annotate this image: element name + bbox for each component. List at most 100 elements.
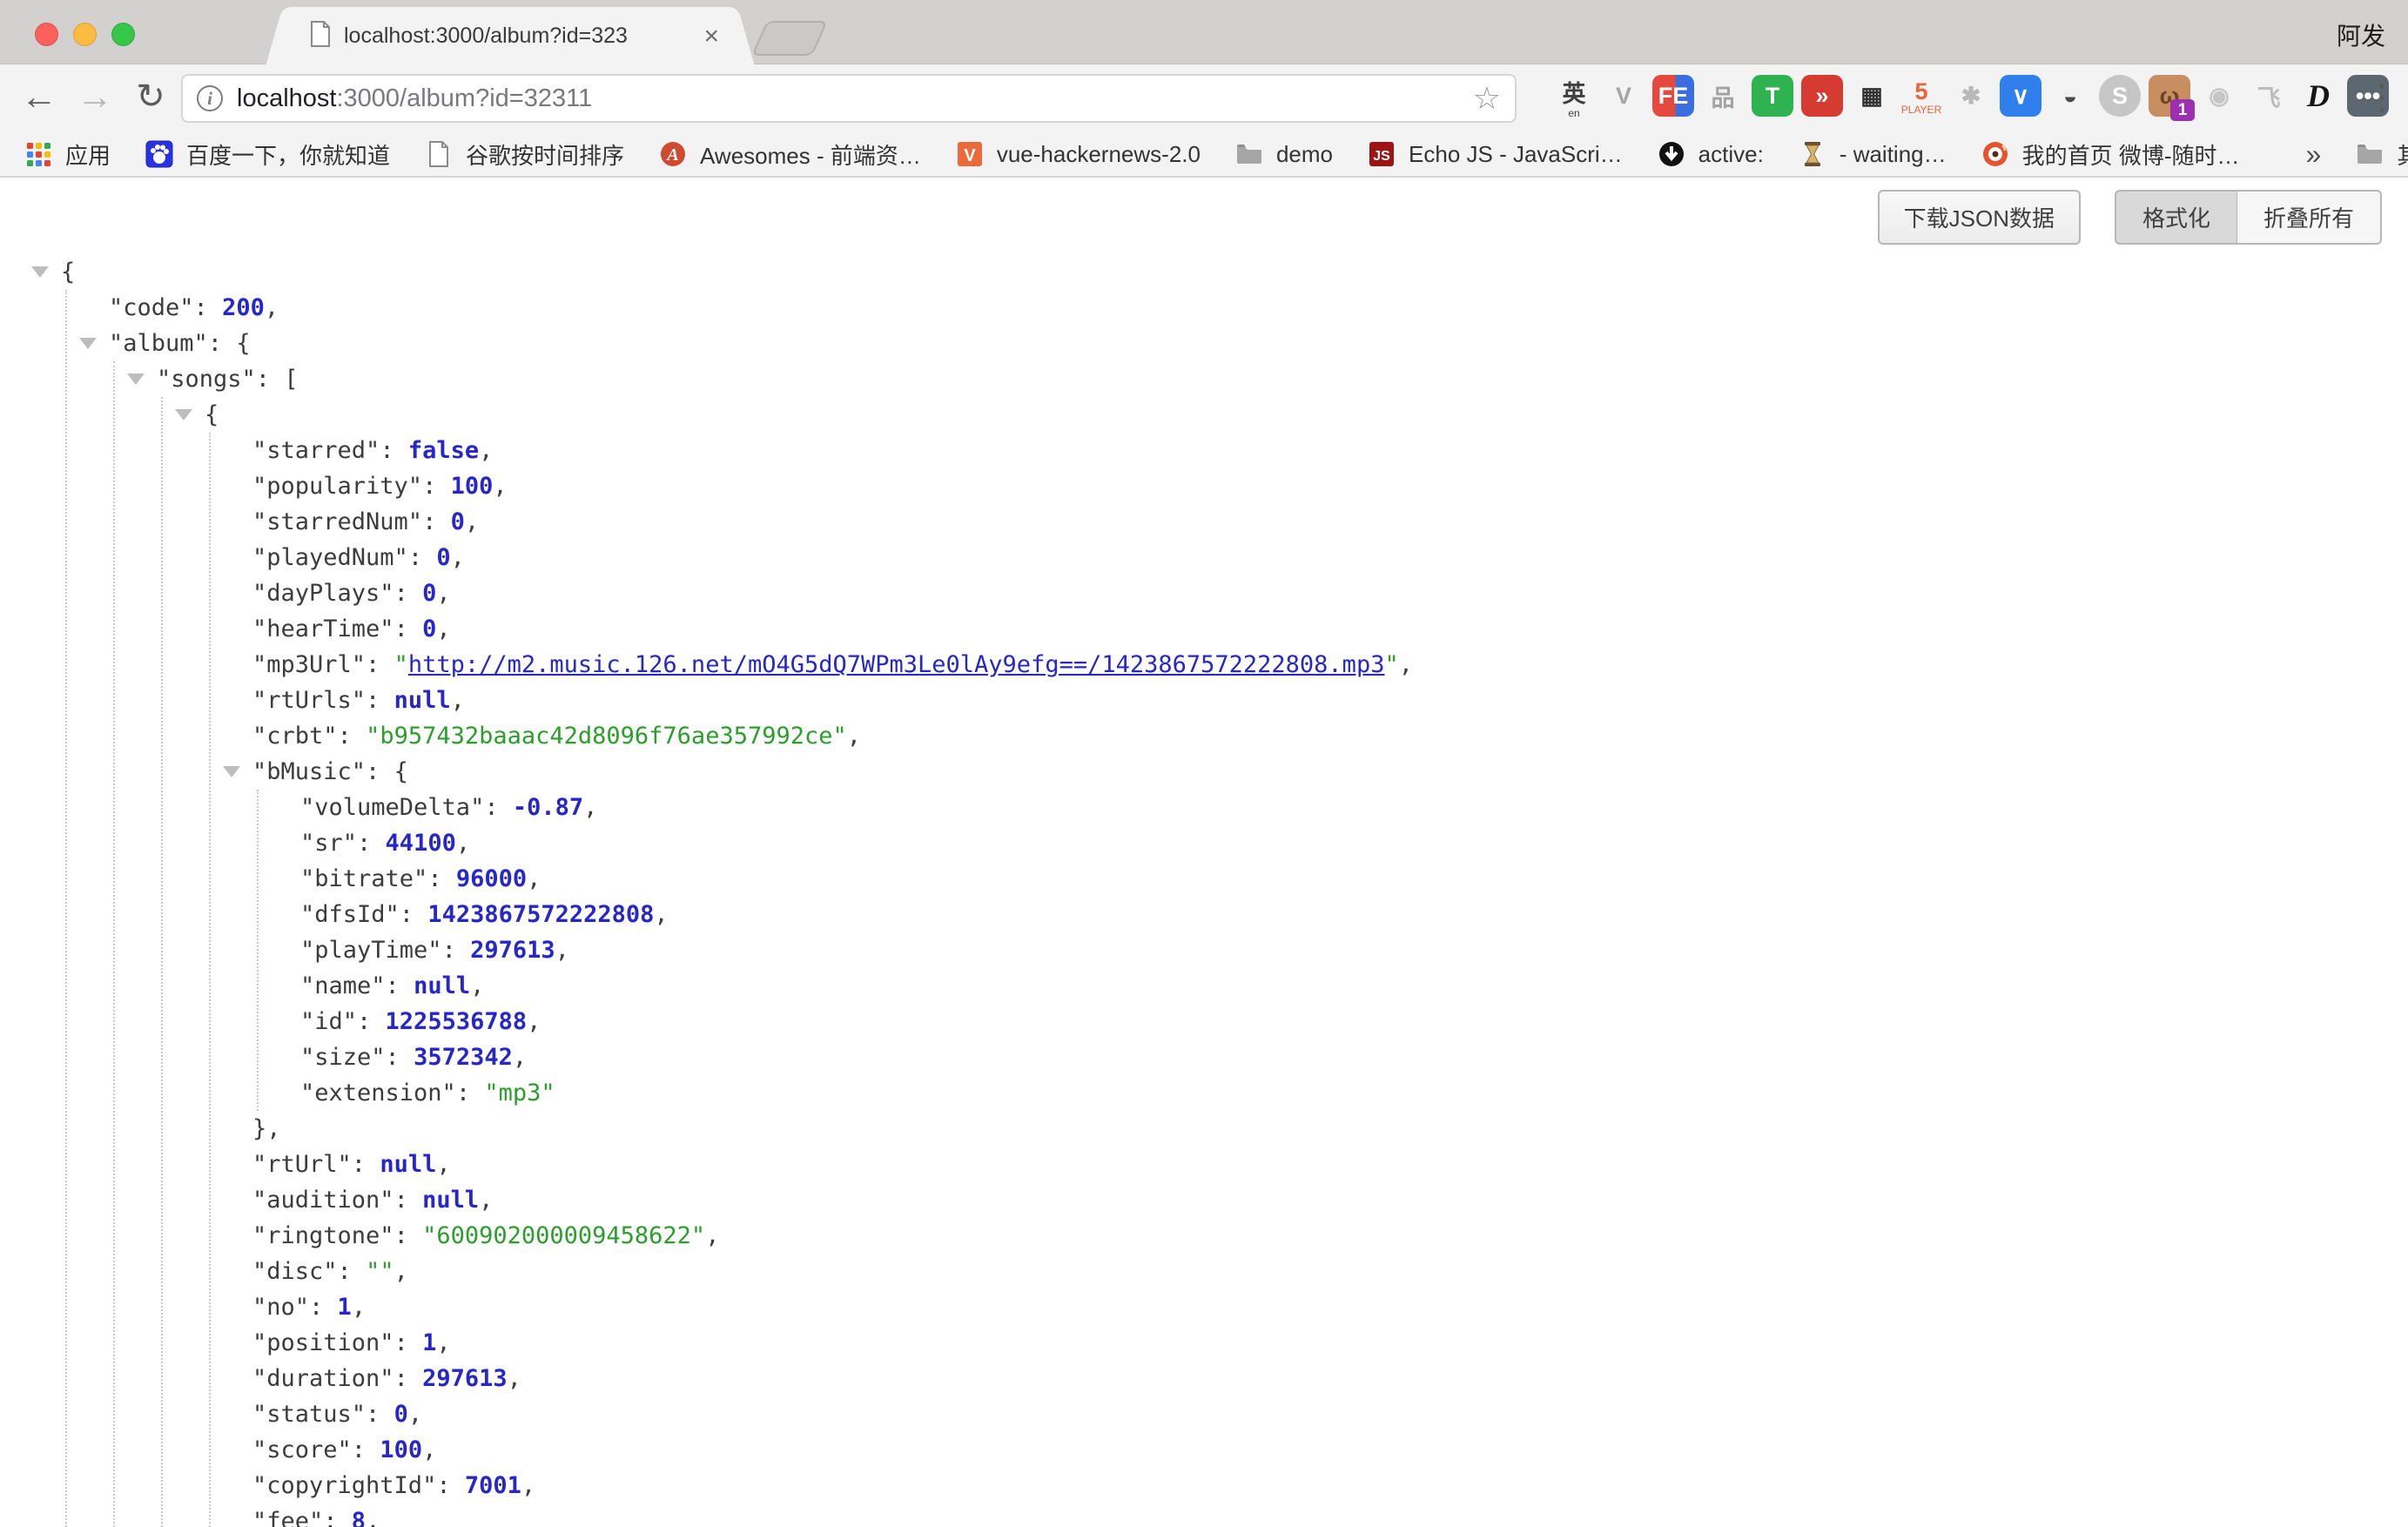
- down-arrow-circle-icon: [1656, 138, 1687, 170]
- monkey-icon[interactable]: ω1: [2149, 75, 2190, 117]
- url-text[interactable]: localhost:3000/album?id=32311: [237, 84, 592, 113]
- json-comma: ,: [705, 1222, 719, 1249]
- json-colon: :: [436, 1472, 465, 1499]
- json-key: "bitrate": [300, 865, 427, 892]
- back-icon[interactable]: ←: [16, 73, 63, 120]
- fe-icon[interactable]: FE: [1652, 75, 1694, 117]
- apps-grid-icon: [23, 138, 54, 170]
- bookmark-google-sort[interactable]: 谷歌按时间排序: [423, 138, 624, 171]
- download-json-button[interactable]: 下载JSON数据: [1878, 190, 2081, 245]
- collapse-toggle-icon[interactable]: [79, 338, 97, 349]
- json-colon: :: [394, 1365, 423, 1392]
- bookmark-baidu[interactable]: 百度一下，你就知道: [144, 138, 390, 171]
- chevron-down-icon[interactable]: ∨: [2000, 75, 2041, 117]
- profile-name[interactable]: 阿发: [2337, 17, 2385, 52]
- json-key: "playedNum": [252, 544, 408, 571]
- json-colon: :: [338, 1258, 367, 1285]
- json-line: "rtUrls": null,: [0, 683, 2408, 718]
- bookmark-waiting[interactable]: - waiting…: [1797, 138, 1947, 170]
- json-comma: ,: [555, 937, 569, 964]
- json-comma: ,: [436, 1151, 450, 1178]
- json-colon: :: [309, 1294, 338, 1321]
- bookmark-demo-folder[interactable]: demo: [1234, 138, 1333, 170]
- chrome-menu-icon[interactable]: ⋮: [2364, 77, 2396, 118]
- bookmark-apps[interactable]: 应用: [23, 138, 111, 171]
- new-tab-button[interactable]: [751, 21, 828, 56]
- other-bookmarks[interactable]: 其他书签: [2354, 138, 2408, 171]
- json-comma: ,: [654, 901, 668, 928]
- json-key: "copyrightId": [252, 1472, 436, 1499]
- page-info-icon[interactable]: i: [197, 85, 223, 111]
- collapse-toggle-icon[interactable]: [223, 766, 240, 777]
- json-comma: ,: [583, 794, 597, 821]
- paw-icon-glyph: ✱: [1961, 83, 1981, 110]
- bookmark-weibo-home-label: 我的首页 微博-随时…: [2022, 138, 2240, 171]
- json-value-number: 1423867572222808: [427, 901, 654, 928]
- bookmark-star-icon[interactable]: ☆: [1473, 83, 1501, 114]
- d-letter-icon[interactable]: D: [2297, 75, 2339, 117]
- close-window-button[interactable]: [35, 23, 58, 46]
- json-line: "playedNum": 0,: [0, 540, 2408, 575]
- bookmark-awesomes[interactable]: AAwesomes - 前端资…: [657, 138, 921, 171]
- json-comma: ,: [436, 1329, 450, 1356]
- json-line: "bMusic": {: [0, 754, 2408, 790]
- bookmark-vue-hackernews[interactable]: Vvue-hackernews-2.0: [954, 138, 1201, 170]
- json-comma: ,: [394, 1258, 408, 1285]
- mask-icon-glyph: ◒: [2063, 83, 2077, 110]
- reload-icon[interactable]: ↻: [127, 73, 174, 120]
- json-colon: :: [394, 1187, 423, 1214]
- json-comma: ,: [436, 616, 450, 642]
- html5-player-icon[interactable]: 5PLAYER: [1900, 75, 1942, 117]
- json-value-null: null: [380, 1151, 436, 1178]
- zoom-window-button[interactable]: [111, 23, 135, 46]
- shield-t-icon[interactable]: T: [1752, 75, 1793, 117]
- json-key: "no": [252, 1294, 309, 1321]
- weibo-eye-icon[interactable]: ◉: [2198, 75, 2240, 117]
- fast-forward-icon-glyph: »: [1815, 83, 1828, 110]
- json-line: "songs": [: [0, 361, 2408, 397]
- bookmark-active-label: active:: [1698, 141, 1764, 168]
- json-value-link[interactable]: http://m2.music.126.net/mO4G5dQ7WPm3Le0l…: [408, 651, 1385, 678]
- json-bracket: {: [236, 330, 250, 357]
- json-colon: :: [338, 723, 367, 750]
- active-tab[interactable]: localhost:3000/album?id=323 ×: [287, 7, 733, 65]
- bookmark-active[interactable]: active:: [1656, 138, 1764, 170]
- json-key: "playTime": [300, 937, 442, 964]
- bookmarks-overflow-chevron[interactable]: »: [2306, 138, 2322, 171]
- json-value-number: 96000: [456, 865, 527, 892]
- bookmark-weibo-home[interactable]: 我的首页 微博-随时…: [1980, 138, 2240, 171]
- sitemap-icon[interactable]: 品: [1702, 75, 1744, 117]
- json-colon: :: [366, 687, 394, 714]
- fast-forward-icon[interactable]: »: [1801, 75, 1843, 117]
- json-comma: ,: [456, 830, 470, 857]
- json-comma: ,: [847, 723, 861, 750]
- format-button[interactable]: 格式化: [2115, 190, 2237, 245]
- weibo-eye-icon-glyph: ◉: [2209, 83, 2230, 110]
- html5-player-icon-glyph: 5: [1914, 78, 1927, 105]
- s-circle-icon[interactable]: S: [2099, 75, 2141, 117]
- json-key: "rtUrl": [252, 1151, 352, 1178]
- mask-icon[interactable]: ◒: [2049, 75, 2091, 117]
- bird-icon[interactable]: 飞: [2248, 75, 2290, 117]
- address-bar[interactable]: i localhost:3000/album?id=32311 ☆: [181, 74, 1517, 123]
- tab-close-icon[interactable]: ×: [703, 24, 719, 50]
- json-colon: :: [366, 1401, 394, 1428]
- bookmark-echojs[interactable]: JSEcho JS - JavaScri…: [1366, 138, 1623, 170]
- collapse-toggle-icon[interactable]: [31, 266, 49, 278]
- translate-icon[interactable]: 英en: [1553, 75, 1595, 117]
- json-colon: :: [323, 1508, 352, 1527]
- vue-gray-icon-glyph: V: [1616, 83, 1631, 110]
- qr-code-icon[interactable]: ▦: [1851, 75, 1893, 117]
- bookmark-google-sort-label: 谷歌按时间排序: [466, 138, 624, 171]
- minimize-window-button[interactable]: [73, 23, 97, 46]
- shield-t-icon-glyph: T: [1766, 83, 1780, 110]
- json-key: "size": [300, 1044, 386, 1071]
- vue-gray-icon[interactable]: V: [1603, 75, 1645, 117]
- browser-window: localhost:3000/album?id=323 × 阿发 ← → ↻ i…: [0, 0, 2408, 1527]
- collapse-toggle-icon[interactable]: [127, 373, 145, 385]
- paw-icon[interactable]: ✱: [1950, 75, 1992, 117]
- echojs-icon: JS: [1366, 138, 1397, 170]
- collapse-all-button[interactable]: 折叠所有: [2237, 190, 2382, 245]
- collapse-toggle-icon[interactable]: [175, 409, 192, 420]
- json-value-number: 8: [352, 1508, 366, 1527]
